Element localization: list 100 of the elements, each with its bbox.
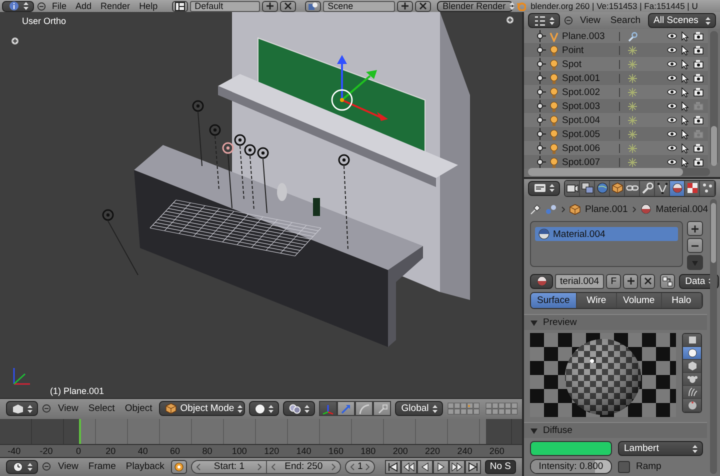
eye-icon[interactable]: [667, 59, 677, 69]
nodes-button[interactable]: [660, 274, 676, 289]
cursor-icon[interactable]: [680, 58, 690, 70]
next-keyframe-button[interactable]: [448, 460, 465, 474]
menu-item[interactable]: Render: [98, 0, 134, 12]
menu-item[interactable]: View: [55, 402, 82, 416]
eye-icon[interactable]: [667, 45, 677, 55]
sync-dropdown[interactable]: No S: [484, 460, 516, 474]
outliner-row[interactable]: Point: [524, 43, 708, 57]
add-button[interactable]: [262, 0, 278, 12]
jump-to-end-button[interactable]: [464, 460, 481, 474]
scene-field[interactable]: Scene: [322, 0, 395, 12]
material-name-field[interactable]: terial.004: [555, 274, 604, 289]
cursor-icon[interactable]: [680, 30, 690, 42]
remove-slot-button[interactable]: [687, 238, 703, 254]
screen-layout-button[interactable]: [172, 0, 188, 12]
editor-type-button[interactable]: [2, 0, 34, 12]
camera-icon[interactable]: [693, 87, 704, 97]
mode-dropdown[interactable]: Object Mode: [159, 401, 246, 416]
orientation-dropdown[interactable]: Global: [395, 401, 443, 416]
cursor-icon[interactable]: [680, 86, 690, 98]
menu-item[interactable]: View: [577, 14, 604, 28]
jump-to-start-button[interactable]: [384, 460, 401, 474]
editor-type-button[interactable]: [6, 401, 38, 416]
properties-tab[interactable]: [610, 180, 625, 196]
menu-item[interactable]: File: [49, 0, 70, 12]
menu-item[interactable]: Search: [607, 14, 644, 28]
menu-item[interactable]: Select: [85, 402, 118, 416]
eye-icon[interactable]: [667, 87, 677, 97]
preview-shape-button[interactable]: [683, 373, 701, 386]
material-browse-button[interactable]: [530, 274, 553, 289]
diffuse-color-swatch[interactable]: [530, 441, 612, 456]
menu-item[interactable]: Object: [122, 402, 156, 416]
outliner-row[interactable]: Spot.001: [524, 71, 708, 85]
outliner-item-name[interactable]: Spot.003: [562, 100, 616, 112]
unlink-button[interactable]: [640, 274, 656, 289]
scrollbar-thumb[interactable]: [711, 203, 716, 264]
rotate-button[interactable]: [355, 401, 374, 416]
outliner-item-name[interactable]: Spot.007: [562, 156, 616, 168]
cursor-icon[interactable]: [680, 142, 690, 154]
outliner-item-name[interactable]: Spot.004: [562, 114, 616, 126]
record-button[interactable]: [171, 460, 188, 474]
cursor-icon[interactable]: [680, 156, 690, 168]
cursor-icon[interactable]: [680, 72, 690, 84]
menu-item[interactable]: Playback: [122, 460, 168, 474]
render-engine-dropdown[interactable]: Blender Render: [436, 0, 513, 12]
layer-grid-icon[interactable]: [446, 402, 481, 416]
panel-header[interactable]: Preview: [524, 314, 707, 330]
screen-layout-field[interactable]: Default: [190, 0, 260, 12]
properties-tab[interactable]: [565, 180, 580, 196]
outliner-item-name[interactable]: Spot.001: [562, 72, 616, 84]
properties-tab[interactable]: [670, 180, 685, 196]
outliner-item-name[interactable]: Spot.002: [562, 86, 616, 98]
delete-button[interactable]: [280, 0, 296, 12]
cursor-icon[interactable]: [680, 128, 690, 140]
outliner-row[interactable]: Spot.005: [524, 127, 708, 141]
properties-tab[interactable]: [685, 180, 700, 196]
material-type-tab[interactable]: Volume: [617, 293, 662, 308]
region-toggle-icon[interactable]: [506, 16, 514, 24]
menu-item[interactable]: Help: [136, 0, 161, 12]
material-type-tab[interactable]: Halo: [662, 293, 702, 308]
add-slot-button[interactable]: [687, 221, 703, 236]
camera-icon[interactable]: [693, 157, 704, 167]
preview-shape-button[interactable]: [683, 347, 701, 360]
eye-icon[interactable]: [667, 157, 677, 167]
region-toggle-icon[interactable]: [11, 37, 19, 45]
outliner-row[interactable]: Spot.003: [524, 99, 708, 113]
current-frame-field[interactable]: 1: [345, 460, 375, 474]
outliner-item-name[interactable]: Spot: [562, 58, 616, 70]
cursor-icon[interactable]: [680, 114, 690, 126]
editor-type-button[interactable]: [528, 180, 560, 196]
scene-button[interactable]: [304, 0, 321, 12]
manipulator-toggle-button[interactable]: [319, 401, 338, 416]
eye-icon[interactable]: [667, 73, 677, 83]
outliner-item-name[interactable]: Spot.006: [562, 142, 616, 154]
outliner-row[interactable]: Spot: [524, 57, 708, 71]
outliner-row[interactable]: Spot.007: [524, 155, 708, 169]
scrollbar-thumb[interactable]: [711, 126, 717, 166]
properties-tab[interactable]: [655, 180, 670, 196]
properties-tab[interactable]: [625, 180, 640, 196]
properties-tab[interactable]: [595, 180, 610, 196]
outliner-row[interactable]: Spot.006: [524, 141, 708, 155]
properties-tab[interactable]: [580, 180, 595, 196]
eye-icon[interactable]: [667, 31, 677, 41]
fake-user-button[interactable]: F: [606, 274, 622, 289]
eye-icon[interactable]: [667, 129, 677, 139]
preview-shape-button[interactable]: [683, 399, 701, 412]
camera-icon[interactable]: [693, 59, 704, 69]
new-material-button[interactable]: [623, 274, 638, 289]
outliner-row[interactable]: Spot.004: [524, 113, 708, 127]
menu-item[interactable]: View: [55, 460, 82, 474]
camera-icon[interactable]: [693, 143, 704, 153]
outliner-row[interactable]: Plane.003: [524, 29, 708, 43]
intensity-slider[interactable]: Intensity: 0.800: [530, 459, 612, 474]
outliner-row[interactable]: Spot.002: [524, 85, 708, 99]
scrollbar[interactable]: [710, 31, 718, 166]
ramp-checkbox[interactable]: [618, 460, 630, 473]
material-slot[interactable]: Material.004: [535, 227, 678, 242]
scale-button[interactable]: [373, 401, 392, 416]
properties-tab[interactable]: [640, 180, 655, 196]
